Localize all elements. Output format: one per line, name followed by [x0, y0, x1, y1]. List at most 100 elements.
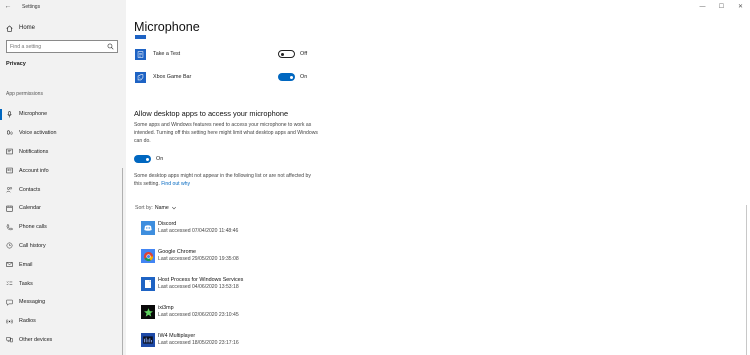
sidebar-item-messaging[interactable]: Messaging: [0, 293, 126, 312]
tasks-icon: [6, 281, 13, 286]
take-a-test-toggle[interactable]: [278, 50, 295, 58]
title-bar: ← Settings: [0, 0, 41, 13]
sidebar-item-radios[interactable]: Radios: [0, 312, 126, 331]
maximize-button[interactable]: ☐: [712, 0, 731, 13]
sidebar-item-label: Call history: [19, 242, 46, 249]
home-link[interactable]: Home: [6, 22, 35, 34]
minimize-button[interactable]: —: [693, 0, 712, 13]
desktop-app-item-host-process[interactable]: Host Process for Windows Services Last a…: [141, 273, 243, 295]
sidebar-item-label: Calendar: [19, 205, 41, 212]
toggle-state-label: On: [156, 156, 164, 162]
account-info-icon: [6, 168, 13, 174]
page-title: Microphone: [134, 20, 200, 34]
sidebar-scrollbar[interactable]: [122, 168, 123, 355]
desktop-app-name: Google Chrome: [158, 249, 197, 255]
chevron-down-icon[interactable]: [171, 205, 177, 211]
desktop-app-name: Discord: [158, 221, 177, 227]
desktop-app-item-ixi3mp[interactable]: ixi3mp Last accessed 02/06/2020 23:10:45: [141, 301, 239, 323]
list-item-text: Discord Last accessed 07/04/2020 11:48:4…: [158, 221, 238, 235]
main-panel: — ☐ ✕ Microphone Take a Test Off Xbox Ga…: [126, 0, 750, 355]
sidebar-item-other-devices[interactable]: Other devices: [0, 331, 126, 350]
calendar-icon: [6, 205, 13, 212]
desktop-app-item-discord[interactable]: Discord Last accessed 07/04/2020 11:48:4…: [141, 217, 238, 239]
back-arrow-icon[interactable]: ←: [0, 3, 16, 10]
chrome-icon: [141, 249, 155, 263]
sidebar-item-voice-activation[interactable]: Voice activation: [0, 124, 126, 143]
desktop-app-item-google-chrome[interactable]: Google Chrome Last accessed 29/05/2020 1…: [141, 245, 239, 267]
toggle-state-label: On: [300, 74, 308, 80]
radios-icon: [6, 318, 13, 324]
sidebar-item-label: Messaging: [19, 299, 46, 306]
last-accessed-text: Last accessed 04/06/2020 13:53:18: [158, 284, 239, 290]
home-label: Home: [19, 25, 36, 31]
sidebar-item-label: Email: [19, 261, 33, 268]
host-process-icon: [141, 277, 155, 291]
window-title: Settings: [22, 3, 41, 10]
find-out-why-link[interactable]: Find out why: [161, 181, 190, 187]
other-devices-icon: [6, 337, 13, 343]
iw4-multiplayer-icon: [141, 333, 155, 347]
take-a-test-icon: [135, 48, 146, 60]
app-name: Xbox Game Bar: [153, 74, 192, 80]
desktop-app-item-iw4-multiplayer[interactable]: IW4 Multiplayer Last accessed 18/05/2020…: [141, 329, 239, 351]
search-input[interactable]: [10, 43, 107, 50]
sidebar-item-label: Tasks: [19, 280, 33, 287]
contacts-icon: [6, 187, 13, 193]
last-accessed-text: Last accessed 02/06/2020 23:10:45: [158, 312, 239, 318]
sidebar-item-tasks[interactable]: Tasks: [0, 274, 126, 293]
sidebar-item-notifications[interactable]: Notifications: [0, 143, 126, 162]
last-accessed-text: Last accessed 07/04/2020 11:48:46: [158, 228, 239, 234]
sidebar-item-account-info[interactable]: Account info: [0, 161, 126, 180]
list-item-text: Host Process for Windows Services Last a…: [158, 277, 243, 291]
desktop-apps-note: Some desktop apps might not appear in th…: [134, 172, 319, 188]
toggle-state-label: Off: [300, 51, 308, 57]
microphone-icon: [7, 111, 12, 118]
xbox-game-bar-icon: [135, 71, 146, 83]
list-item-text: IW4 Multiplayer Last accessed 18/05/2020…: [158, 333, 239, 347]
app-row-take-a-test: Take a Test Off: [135, 46, 307, 62]
clipped-app-tile-icon: [135, 35, 146, 39]
sidebar-item-call-history[interactable]: Call history: [0, 237, 126, 256]
desktop-apps-toggle[interactable]: [134, 155, 151, 163]
sidebar-item-label: Microphone: [19, 111, 48, 118]
desktop-apps-toggle-row: On: [134, 155, 163, 163]
app-name: Take a Test: [153, 51, 181, 57]
sidebar-item-phone-calls[interactable]: Phone calls: [0, 218, 126, 237]
window-controls: — ☐ ✕: [693, 0, 750, 13]
last-accessed-text: Last accessed 18/05/2020 23:17:16: [158, 340, 239, 346]
list-item-text: ixi3mp Last accessed 02/06/2020 23:10:45: [158, 305, 239, 319]
discord-icon: [141, 221, 155, 235]
main-scrollbar[interactable]: [746, 205, 747, 355]
desktop-apps-description: Some apps and Windows features need to a…: [134, 122, 318, 145]
sidebar-item-label: Account info: [19, 167, 49, 174]
xbox-game-bar-toggle[interactable]: [278, 73, 295, 81]
email-icon: [6, 262, 13, 268]
desktop-apps-heading: Allow desktop apps to access your microp…: [134, 109, 289, 118]
sidebar-item-label: Notifications: [19, 148, 49, 155]
sidebar-item-label: Other devices: [19, 336, 53, 343]
sidebar-item-contacts[interactable]: Contacts: [0, 180, 126, 199]
desktop-app-name: ixi3mp: [158, 305, 174, 311]
voice-activation-icon: [7, 130, 13, 135]
section-title-privacy: Privacy: [6, 61, 26, 67]
sidebar-nav: Microphone Voice activation Notification…: [0, 105, 126, 349]
search-icon[interactable]: [107, 43, 114, 50]
call-history-icon: [6, 243, 13, 249]
last-accessed-text: Last accessed 29/05/2020 19:35:08: [158, 256, 239, 262]
messaging-icon: [6, 299, 13, 306]
desktop-app-name: IW4 Multiplayer: [158, 333, 196, 339]
app-row-xbox-game-bar: Xbox Game Bar On: [135, 69, 307, 85]
ixi3mp-icon: [141, 305, 155, 319]
sidebar-item-calendar[interactable]: Calendar: [0, 199, 126, 218]
list-item-text: Google Chrome Last accessed 29/05/2020 1…: [158, 249, 239, 263]
sort-label: Sort by:: [135, 205, 153, 211]
sidebar-item-label: Phone calls: [19, 224, 47, 231]
sidebar-item-email[interactable]: Email: [0, 255, 126, 274]
close-button[interactable]: ✕: [731, 0, 750, 13]
group-label-app-permissions: App permissions: [6, 91, 43, 97]
sort-dropdown[interactable]: Name: [155, 205, 169, 211]
settings-search-box[interactable]: [6, 40, 118, 53]
sidebar: ← Settings Home Privacy App permissions …: [0, 0, 126, 355]
sidebar-item-microphone[interactable]: Microphone: [0, 105, 126, 124]
sidebar-item-label: Radios: [19, 318, 36, 325]
